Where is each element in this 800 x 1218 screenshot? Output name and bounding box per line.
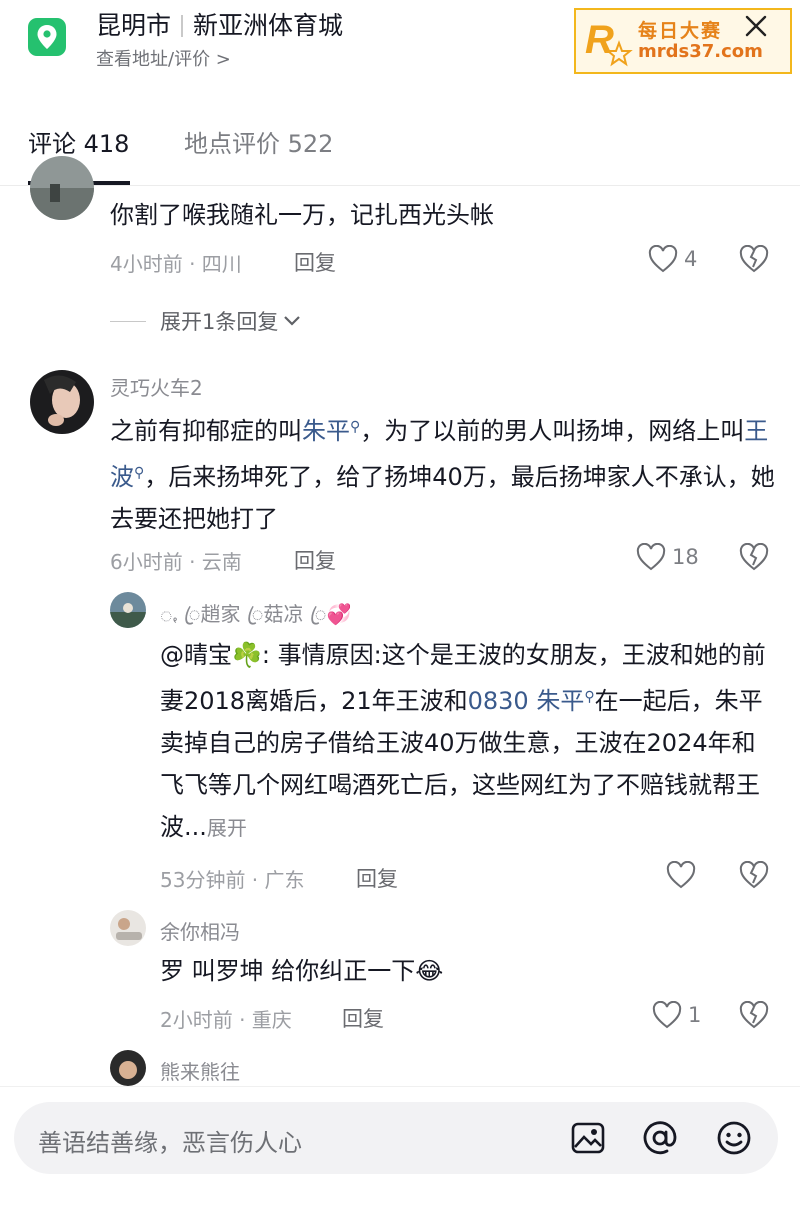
like-count: 1 (688, 1003, 702, 1027)
image-icon[interactable] (568, 1118, 608, 1158)
laughing-emoji-icon: 😂 (415, 957, 444, 985)
mention-link[interactable]: 0830 朱平⚲ (468, 687, 595, 715)
avatar[interactable] (30, 156, 94, 220)
comment-input-bar[interactable]: 善语结善缘，恶言伤人心 (14, 1102, 778, 1174)
like-count: 18 (672, 545, 699, 569)
expand-text-button[interactable]: 展开 (207, 816, 247, 840)
divider-line (110, 320, 146, 322)
broken-heart-icon[interactable] (739, 542, 769, 575)
tab-place-reviews[interactable]: 地点评价 522 (184, 124, 333, 159)
username[interactable]: 余你相冯 (160, 916, 240, 945)
place-name: 新亚洲体育城 (193, 11, 344, 40)
watermark-logo: R (576, 10, 638, 72)
title-separator (181, 15, 184, 37)
location-pin-icon (28, 18, 66, 56)
comment-text: 之前有抑郁症的叫朱平⚲，为了以前的男人叫扬坤，网络上叫王波⚲，后来扬坤死了，给了… (110, 417, 775, 533)
comment-meta: 53分钟前 · 广东 (160, 868, 305, 892)
comment-meta: 2小时前 · 重庆 (160, 1008, 292, 1032)
reply-button[interactable]: 回复 (294, 545, 336, 575)
location-title: 昆明市 新亚洲体育城 (96, 6, 343, 42)
clover-emoji-icon: ☘️ (232, 641, 262, 669)
like-button[interactable]: 4 (648, 245, 697, 273)
mention-link[interactable]: 朱平⚲ (302, 417, 360, 445)
comment-meta: 4小时前 · 四川 (110, 252, 242, 276)
magnifier-icon: ⚲ (350, 419, 361, 435)
magnifier-icon: ⚲ (584, 689, 595, 705)
comment-input[interactable]: 善语结善缘，恶言伤人心 (38, 1123, 302, 1158)
emoji-icon[interactable] (714, 1118, 754, 1158)
view-address-link[interactable]: 查看地址/评价 > (96, 45, 231, 71)
like-button[interactable] (666, 861, 696, 889)
mention-link[interactable]: @晴宝 (160, 641, 232, 669)
expand-replies-button[interactable]: 展开1条回复 (110, 306, 302, 336)
at-icon[interactable] (640, 1118, 680, 1158)
avatar[interactable] (30, 370, 94, 434)
like-count: 4 (684, 247, 698, 271)
username[interactable]: 熊来熊往 (160, 1056, 240, 1085)
expand-replies-label: 展开1条回复 (160, 310, 279, 334)
reply-button[interactable]: 回复 (342, 1003, 384, 1033)
magnifier-icon: ⚲ (134, 465, 145, 481)
avatar[interactable] (110, 1050, 146, 1086)
username[interactable]: 灵巧火车2 (110, 372, 203, 401)
comment-text: 罗 叫罗坤 给你纠正一下😂 (160, 957, 444, 985)
avatar[interactable] (110, 592, 146, 628)
svg-text:R: R (585, 18, 614, 62)
heart-icon (666, 861, 696, 889)
tabs-divider (0, 185, 800, 186)
reply-button[interactable]: 回复 (294, 247, 336, 277)
chevron-down-icon (284, 316, 301, 326)
heart-icon (636, 543, 666, 571)
avatar[interactable] (110, 910, 146, 946)
heart-emoji-icon: 💞 (326, 602, 352, 626)
broken-heart-icon[interactable] (739, 1000, 769, 1033)
like-button[interactable]: 1 (652, 1001, 701, 1029)
heart-icon (648, 245, 678, 273)
city-name: 昆明市 (96, 11, 172, 40)
broken-heart-icon[interactable] (739, 244, 769, 277)
heart-icon (652, 1001, 682, 1029)
comment-text: @晴宝☘️: 事情原因:这个是王波的女朋友，王波和她的前妻2018离婚后，21年… (160, 641, 766, 841)
like-button[interactable]: 18 (636, 543, 699, 571)
tab-comments[interactable]: 评论 418 (28, 124, 129, 159)
broken-heart-icon[interactable] (739, 860, 769, 893)
input-divider (0, 1086, 800, 1087)
comment-text: 你割了喉我随礼一万，记扎西光头帐 (110, 201, 494, 229)
close-icon[interactable] (736, 6, 776, 46)
comment-meta: 6小时前 · 云南 (110, 550, 242, 574)
reply-button[interactable]: 回复 (356, 863, 398, 893)
